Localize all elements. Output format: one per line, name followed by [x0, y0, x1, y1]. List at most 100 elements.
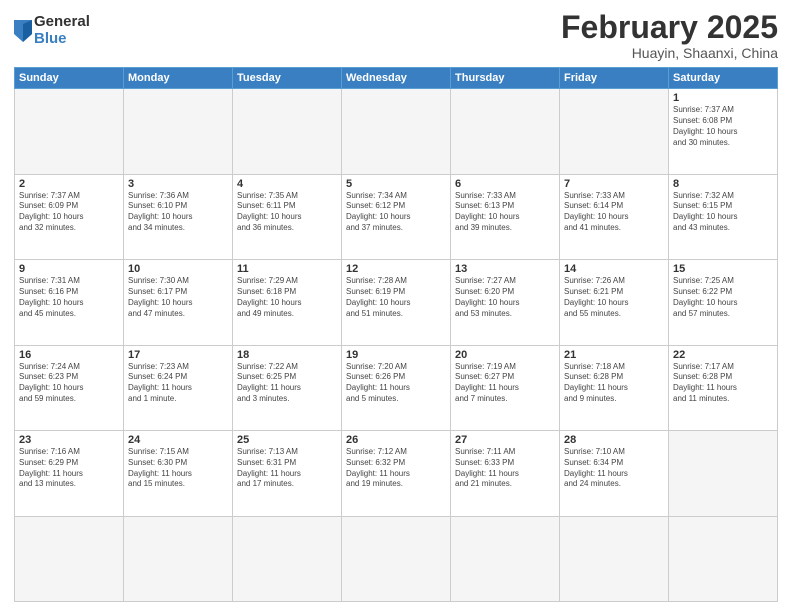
table-row	[669, 516, 778, 601]
day-info: Sunrise: 7:34 AM Sunset: 6:12 PM Dayligh…	[346, 191, 446, 234]
logo-general-text: General	[34, 14, 90, 31]
table-row	[560, 89, 669, 174]
header-friday: Friday	[560, 68, 669, 89]
day-number: 7	[564, 178, 664, 190]
header-sunday: Sunday	[15, 68, 124, 89]
day-info: Sunrise: 7:25 AM Sunset: 6:22 PM Dayligh…	[673, 276, 773, 319]
logo-icon	[14, 20, 32, 42]
day-number: 26	[346, 434, 446, 446]
table-row: 18Sunrise: 7:22 AM Sunset: 6:25 PM Dayli…	[233, 345, 342, 430]
table-row: 1Sunrise: 7:37 AM Sunset: 6:08 PM Daylig…	[669, 89, 778, 174]
page: General Blue February 2025 Huayin, Shaan…	[0, 0, 792, 612]
day-info: Sunrise: 7:37 AM Sunset: 6:09 PM Dayligh…	[19, 191, 119, 234]
weekday-header-row: Sunday Monday Tuesday Wednesday Thursday…	[15, 68, 778, 89]
header-wednesday: Wednesday	[342, 68, 451, 89]
header-saturday: Saturday	[669, 68, 778, 89]
day-number: 15	[673, 263, 773, 275]
table-row	[233, 516, 342, 601]
day-number: 3	[128, 178, 228, 190]
table-row: 6Sunrise: 7:33 AM Sunset: 6:13 PM Daylig…	[451, 174, 560, 259]
table-row	[124, 516, 233, 601]
table-row	[560, 516, 669, 601]
day-info: Sunrise: 7:30 AM Sunset: 6:17 PM Dayligh…	[128, 276, 228, 319]
day-info: Sunrise: 7:36 AM Sunset: 6:10 PM Dayligh…	[128, 191, 228, 234]
day-info: Sunrise: 7:27 AM Sunset: 6:20 PM Dayligh…	[455, 276, 555, 319]
day-number: 22	[673, 349, 773, 361]
day-number: 11	[237, 263, 337, 275]
day-info: Sunrise: 7:10 AM Sunset: 6:34 PM Dayligh…	[564, 447, 664, 490]
day-info: Sunrise: 7:12 AM Sunset: 6:32 PM Dayligh…	[346, 447, 446, 490]
logo-text: General Blue	[34, 14, 90, 47]
day-info: Sunrise: 7:13 AM Sunset: 6:31 PM Dayligh…	[237, 447, 337, 490]
day-info: Sunrise: 7:15 AM Sunset: 6:30 PM Dayligh…	[128, 447, 228, 490]
day-info: Sunrise: 7:17 AM Sunset: 6:28 PM Dayligh…	[673, 362, 773, 405]
day-number: 23	[19, 434, 119, 446]
table-row: 28Sunrise: 7:10 AM Sunset: 6:34 PM Dayli…	[560, 431, 669, 516]
logo: General Blue	[14, 14, 90, 47]
table-row: 10Sunrise: 7:30 AM Sunset: 6:17 PM Dayli…	[124, 260, 233, 345]
table-row: 15Sunrise: 7:25 AM Sunset: 6:22 PM Dayli…	[669, 260, 778, 345]
day-info: Sunrise: 7:28 AM Sunset: 6:19 PM Dayligh…	[346, 276, 446, 319]
table-row: 27Sunrise: 7:11 AM Sunset: 6:33 PM Dayli…	[451, 431, 560, 516]
table-row: 12Sunrise: 7:28 AM Sunset: 6:19 PM Dayli…	[342, 260, 451, 345]
day-number: 13	[455, 263, 555, 275]
day-number: 6	[455, 178, 555, 190]
table-row	[342, 516, 451, 601]
day-info: Sunrise: 7:22 AM Sunset: 6:25 PM Dayligh…	[237, 362, 337, 405]
day-number: 27	[455, 434, 555, 446]
table-row	[15, 516, 124, 601]
day-info: Sunrise: 7:33 AM Sunset: 6:14 PM Dayligh…	[564, 191, 664, 234]
table-row: 26Sunrise: 7:12 AM Sunset: 6:32 PM Dayli…	[342, 431, 451, 516]
table-row	[124, 89, 233, 174]
day-number: 8	[673, 178, 773, 190]
header: General Blue February 2025 Huayin, Shaan…	[14, 10, 778, 61]
table-row: 21Sunrise: 7:18 AM Sunset: 6:28 PM Dayli…	[560, 345, 669, 430]
table-row: 4Sunrise: 7:35 AM Sunset: 6:11 PM Daylig…	[233, 174, 342, 259]
day-number: 4	[237, 178, 337, 190]
table-row	[342, 89, 451, 174]
table-row: 9Sunrise: 7:31 AM Sunset: 6:16 PM Daylig…	[15, 260, 124, 345]
header-thursday: Thursday	[451, 68, 560, 89]
day-number: 2	[19, 178, 119, 190]
day-info: Sunrise: 7:23 AM Sunset: 6:24 PM Dayligh…	[128, 362, 228, 405]
day-info: Sunrise: 7:26 AM Sunset: 6:21 PM Dayligh…	[564, 276, 664, 319]
day-number: 9	[19, 263, 119, 275]
day-number: 19	[346, 349, 446, 361]
table-row: 14Sunrise: 7:26 AM Sunset: 6:21 PM Dayli…	[560, 260, 669, 345]
logo-blue-text: Blue	[34, 31, 90, 48]
day-number: 1	[673, 92, 773, 104]
header-tuesday: Tuesday	[233, 68, 342, 89]
table-row: 7Sunrise: 7:33 AM Sunset: 6:14 PM Daylig…	[560, 174, 669, 259]
day-number: 12	[346, 263, 446, 275]
day-info: Sunrise: 7:20 AM Sunset: 6:26 PM Dayligh…	[346, 362, 446, 405]
day-info: Sunrise: 7:35 AM Sunset: 6:11 PM Dayligh…	[237, 191, 337, 234]
day-number: 5	[346, 178, 446, 190]
table-row: 3Sunrise: 7:36 AM Sunset: 6:10 PM Daylig…	[124, 174, 233, 259]
day-number: 24	[128, 434, 228, 446]
day-number: 20	[455, 349, 555, 361]
table-row: 8Sunrise: 7:32 AM Sunset: 6:15 PM Daylig…	[669, 174, 778, 259]
day-number: 17	[128, 349, 228, 361]
day-info: Sunrise: 7:16 AM Sunset: 6:29 PM Dayligh…	[19, 447, 119, 490]
day-number: 16	[19, 349, 119, 361]
table-row	[451, 89, 560, 174]
day-number: 10	[128, 263, 228, 275]
table-row: 19Sunrise: 7:20 AM Sunset: 6:26 PM Dayli…	[342, 345, 451, 430]
day-number: 18	[237, 349, 337, 361]
table-row: 13Sunrise: 7:27 AM Sunset: 6:20 PM Dayli…	[451, 260, 560, 345]
table-row: 2Sunrise: 7:37 AM Sunset: 6:09 PM Daylig…	[15, 174, 124, 259]
day-info: Sunrise: 7:18 AM Sunset: 6:28 PM Dayligh…	[564, 362, 664, 405]
table-row	[15, 89, 124, 174]
table-row: 20Sunrise: 7:19 AM Sunset: 6:27 PM Dayli…	[451, 345, 560, 430]
title-block: February 2025 Huayin, Shaanxi, China	[561, 10, 778, 61]
day-info: Sunrise: 7:31 AM Sunset: 6:16 PM Dayligh…	[19, 276, 119, 319]
location: Huayin, Shaanxi, China	[561, 45, 778, 61]
day-info: Sunrise: 7:33 AM Sunset: 6:13 PM Dayligh…	[455, 191, 555, 234]
table-row: 22Sunrise: 7:17 AM Sunset: 6:28 PM Dayli…	[669, 345, 778, 430]
day-info: Sunrise: 7:32 AM Sunset: 6:15 PM Dayligh…	[673, 191, 773, 234]
table-row: 17Sunrise: 7:23 AM Sunset: 6:24 PM Dayli…	[124, 345, 233, 430]
table-row: 23Sunrise: 7:16 AM Sunset: 6:29 PM Dayli…	[15, 431, 124, 516]
table-row: 5Sunrise: 7:34 AM Sunset: 6:12 PM Daylig…	[342, 174, 451, 259]
header-monday: Monday	[124, 68, 233, 89]
month-title: February 2025	[561, 10, 778, 45]
